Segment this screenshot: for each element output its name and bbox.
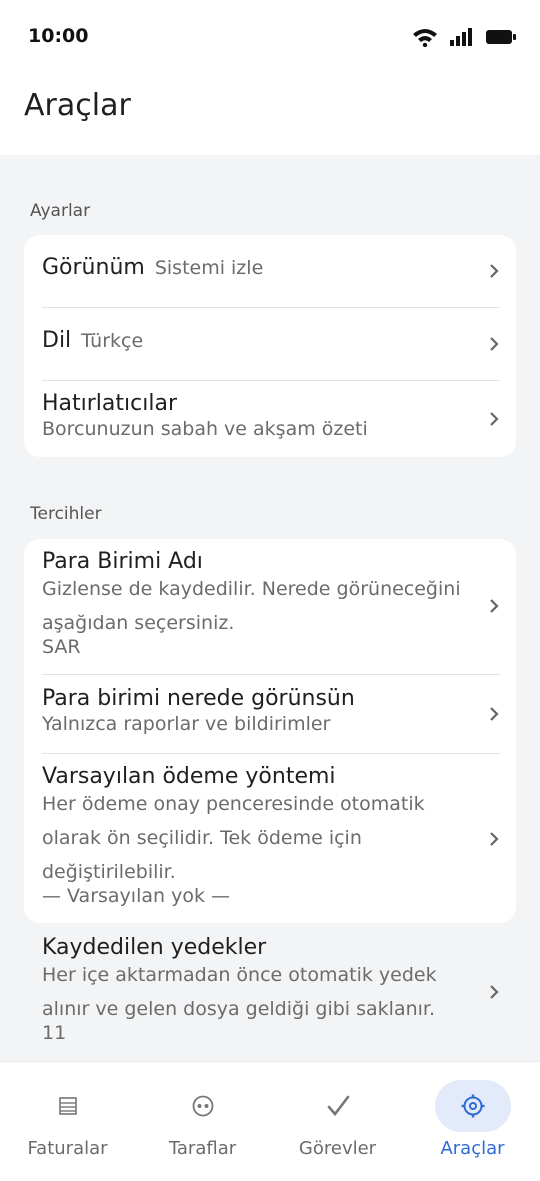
- setting-currency-name-subtitle-1: Gizlense de kaydedilir. Nerede görüneceğ…: [42, 578, 461, 600]
- setting-default-payment-subtitle-2: olarak ön seçilidir. Tek ödeme için: [42, 827, 362, 849]
- section-title-preferences: Tercihler: [30, 504, 102, 524]
- setting-appearance-title: Görünüm: [42, 255, 145, 280]
- wifi-icon: [413, 29, 437, 47]
- status-icons: [412, 27, 516, 47]
- gear-icon: [461, 1094, 484, 1118]
- nav-item-invoices[interactable]: Faturalar: [0, 1062, 135, 1181]
- setting-saved-backups-subtitle-1: Her içe aktarmadan önce otomatik yedek: [42, 964, 437, 986]
- setting-currency-display-subtitle: Yalnızca raporlar ve bildirimler: [42, 713, 331, 735]
- nav-label-tools: Araçlar: [440, 1138, 505, 1159]
- chevron-right-icon: [490, 264, 499, 278]
- app-header: Araçlar: [0, 72, 540, 155]
- check-icon: [327, 1095, 349, 1117]
- setting-default-payment-subtitle-3: değiştirilebilir.: [42, 861, 176, 883]
- bottom-nav: Faturalar Taraflar Görevler Araçlar: [0, 1061, 540, 1181]
- setting-currency-name[interactable]: Para Birimi Adı Gizlense de kaydedilir. …: [24, 539, 516, 674]
- chevron-right-icon: [490, 985, 499, 999]
- chevron-right-icon: [490, 707, 499, 721]
- setting-language-value: Türkçe: [81, 330, 144, 352]
- setting-saved-backups[interactable]: Kaydedilen yedekler Her içe aktarmadan ö…: [24, 923, 516, 1061]
- page-title: Araçlar: [24, 88, 131, 123]
- nav-item-tools[interactable]: Araçlar: [405, 1062, 540, 1181]
- setting-appearance[interactable]: Görünüm Sistemi izle: [24, 235, 516, 307]
- settings-content[interactable]: Ayarlar Görünüm Sistemi izle Dil Türkçe …: [0, 155, 540, 1061]
- setting-language-title: Dil: [42, 328, 72, 353]
- setting-default-payment[interactable]: Varsayılan ödeme yöntemi Her ödeme onay …: [24, 754, 516, 923]
- setting-reminders[interactable]: Hatırlatıcılar Borcunuzun sabah ve akşam…: [24, 381, 516, 457]
- setting-currency-display[interactable]: Para birimi nerede görünsün Yalnızca rap…: [24, 675, 516, 753]
- setting-default-payment-title: Varsayılan ödeme yöntemi: [42, 764, 336, 789]
- chevron-right-icon: [490, 599, 499, 613]
- nav-label-tasks: Görevler: [298, 1138, 377, 1159]
- nav-label-invoices: Faturalar: [27, 1138, 108, 1159]
- setting-currency-name-title: Para Birimi Adı: [42, 549, 203, 574]
- setting-currency-display-title: Para birimi nerede görünsün: [42, 686, 355, 711]
- chevron-right-icon: [490, 412, 499, 426]
- preferences-card: Para Birimi Adı Gizlense de kaydedilir. …: [24, 539, 516, 923]
- signal-icon: [450, 28, 472, 46]
- setting-saved-backups-title: Kaydedilen yedekler: [42, 935, 267, 960]
- setting-appearance-value: Sistemi izle: [154, 257, 264, 279]
- parties-icon: [192, 1095, 213, 1117]
- settings-card: Görünüm Sistemi izle Dil Türkçe Hatırlat…: [24, 235, 516, 457]
- setting-reminders-title: Hatırlatıcılar: [42, 391, 177, 416]
- list-icon: [58, 1097, 77, 1115]
- setting-default-payment-subtitle-1: Her ödeme onay penceresinde otomatik: [42, 793, 425, 815]
- nav-item-tasks[interactable]: Görevler: [270, 1062, 405, 1181]
- chevron-right-icon: [490, 832, 499, 846]
- section-title-settings: Ayarlar: [30, 201, 91, 221]
- setting-language[interactable]: Dil Türkçe: [24, 308, 516, 380]
- status-bar: 10:00: [0, 0, 540, 72]
- chevron-right-icon: [490, 337, 499, 351]
- battery-icon: [486, 30, 516, 44]
- setting-reminders-subtitle: Borcunuzun sabah ve akşam özeti: [42, 418, 368, 440]
- nav-item-parties[interactable]: Taraflar: [135, 1062, 270, 1181]
- setting-currency-name-subtitle-2: aşağıdan seçersiniz.: [42, 612, 235, 634]
- setting-default-payment-value: — Varsayılan yok —: [42, 885, 230, 907]
- nav-label-parties: Taraflar: [168, 1138, 237, 1159]
- status-time: 10:00: [28, 25, 89, 47]
- setting-saved-backups-subtitle-2: alınır ve gelen dosya geldiği gibi sakla…: [42, 998, 436, 1020]
